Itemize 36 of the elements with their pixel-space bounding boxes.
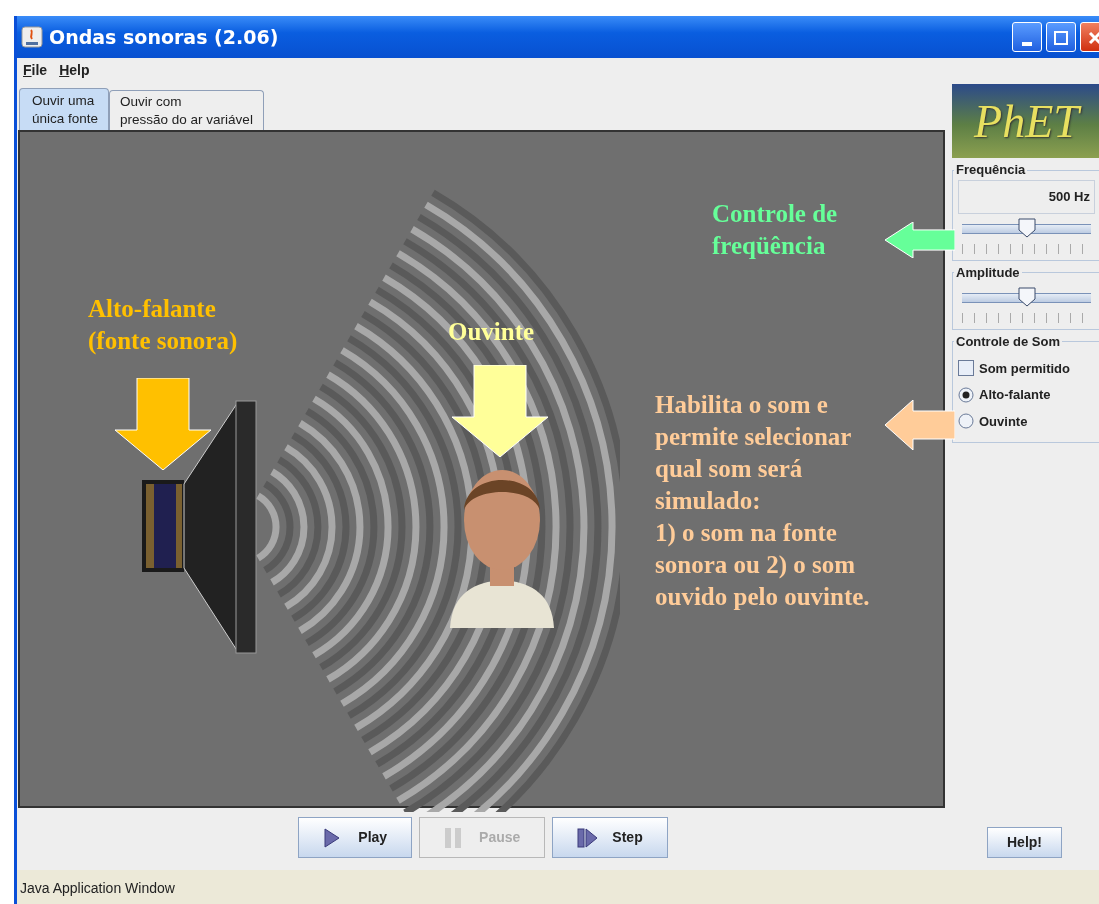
- panel-title: Amplitude: [955, 264, 1021, 281]
- arrow-icon: [885, 400, 955, 450]
- status-bar-text: Java Application Window: [17, 870, 1099, 904]
- radio-button[interactable]: [958, 413, 974, 430]
- minimize-button[interactable]: [1012, 22, 1042, 52]
- minimize-icon: [1022, 41, 1032, 46]
- menu-item[interactable]: Help: [59, 59, 90, 81]
- tab[interactable]: Ouvir com pressão do ar variável: [109, 90, 264, 130]
- panel-title: Controle de Som: [955, 333, 1061, 350]
- checkbox-label: Som permitido: [979, 359, 1070, 378]
- play-button[interactable]: Play: [298, 817, 413, 858]
- panel-title: Frequência: [955, 162, 1027, 178]
- app-icon: [21, 26, 43, 48]
- slider-thumb[interactable]: [1017, 286, 1036, 307]
- tab[interactable]: Ouvir uma única fonte: [19, 88, 110, 130]
- maximize-button[interactable]: [1046, 22, 1076, 52]
- slider-thumb[interactable]: [1017, 217, 1036, 238]
- arrow-icon: [115, 378, 211, 470]
- close-icon: [1088, 30, 1099, 45]
- frequency-readout: 500 Hz: [958, 180, 1095, 214]
- menu-item[interactable]: File: [23, 59, 48, 81]
- help-button[interactable]: Help!: [987, 827, 1062, 858]
- radio-label: Ouvinte: [979, 412, 1028, 431]
- checkbox[interactable]: [958, 360, 974, 377]
- radio-label: Alto-falante: [979, 386, 1051, 404]
- maximize-icon: [1054, 30, 1068, 45]
- step-icon: [577, 826, 599, 849]
- step-button[interactable]: Step: [552, 817, 668, 858]
- radio-button[interactable]: [958, 386, 974, 403]
- window-title: Ondas sonoras (2.06): [49, 24, 280, 50]
- arrow-icon: [885, 222, 955, 258]
- annotation-text: Alto-falante (fonte sonora): [88, 294, 238, 357]
- arrow-icon: [452, 365, 548, 457]
- annotation-text: Habilita o som e permite selecionar qual som será simulado: 1) o som na fonte sonora ou 2) o som ouvido pelo ouvinte.: [655, 390, 870, 612]
- annotation-text: Controle de freqüência: [712, 199, 838, 261]
- annotation-text: Ouvinte: [448, 317, 535, 347]
